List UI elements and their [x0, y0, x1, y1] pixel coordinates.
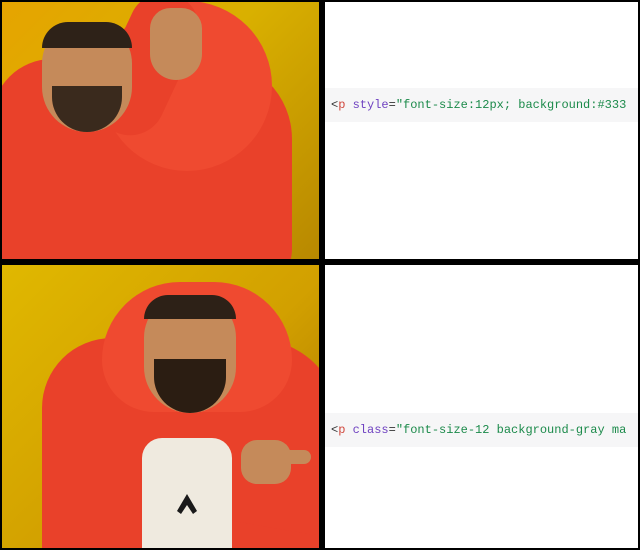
meme-grid: <p style="font-size:12px; background:#33…	[0, 0, 640, 550]
reject-hand-icon	[150, 8, 202, 80]
drake-reject-figure	[2, 2, 319, 259]
panel-code-reject: <p style="font-size:12px; background:#33…	[322, 0, 640, 262]
space	[345, 98, 352, 112]
panel-drake-reject	[0, 0, 322, 262]
drake-approve-figure	[2, 265, 319, 548]
face-icon	[42, 22, 132, 132]
face-icon	[144, 295, 236, 413]
attr-name: style	[353, 98, 389, 112]
quote-open: "	[396, 98, 403, 112]
attr-name: class	[353, 423, 389, 437]
attr-value: font-size:12px; background:#333	[403, 98, 626, 112]
code-snippet-inline-style: <p style="font-size:12px; background:#33…	[325, 88, 638, 122]
equals: =	[389, 423, 396, 437]
attr-value: font-size-12 background-gray ma	[403, 423, 626, 437]
shirt-icon	[142, 438, 232, 550]
panel-code-approve: <p class="font-size-12 background-gray m…	[322, 262, 640, 550]
equals: =	[389, 98, 396, 112]
point-hand-icon	[241, 440, 291, 484]
code-snippet-utility-class: <p class="font-size-12 background-gray m…	[325, 413, 638, 447]
panel-drake-approve	[0, 262, 322, 550]
space	[345, 423, 352, 437]
quote-open: "	[396, 423, 403, 437]
